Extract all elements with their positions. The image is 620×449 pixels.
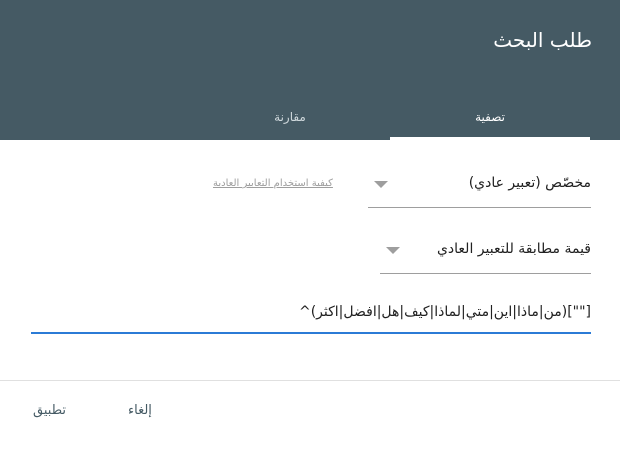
tab-compare[interactable]: مقارنة (190, 94, 390, 140)
regex-input[interactable]: ^(من|ماذا|اين|متي|لماذا|كيف|هل|افضل|اكثر… (31, 304, 591, 334)
regex-input-value: ^(من|ماذا|اين|متي|لماذا|كيف|هل|افضل|اكثر… (298, 304, 591, 320)
dropdown-arrow-icon (374, 181, 388, 188)
cancel-button[interactable]: إلغاء (128, 403, 152, 418)
dialog-title: طلب البحث (493, 28, 592, 52)
footer-divider (0, 380, 620, 381)
match-mode-select[interactable]: قيمة مطابقة للتعبير العادي (380, 241, 591, 274)
match-mode-value: قيمة مطابقة للتعبير العادي (436, 241, 591, 257)
apply-button[interactable]: تطبيق (33, 403, 66, 418)
filter-type-select[interactable]: مخصّص (تعبير عادي) (368, 175, 591, 208)
regex-help-link[interactable]: كيفية استخدام التعابير العادية (213, 178, 333, 189)
dialog-header: طلب البحث تصفية مقارنة (0, 0, 620, 140)
dropdown-arrow-icon (386, 247, 400, 254)
filter-type-value: مخصّص (تعبير عادي) (468, 175, 591, 191)
active-tab-indicator (390, 137, 590, 140)
search-query-dialog: طلب البحث تصفية مقارنة مخصّص (تعبير عادي… (0, 0, 620, 449)
tab-filter[interactable]: تصفية (390, 94, 590, 140)
